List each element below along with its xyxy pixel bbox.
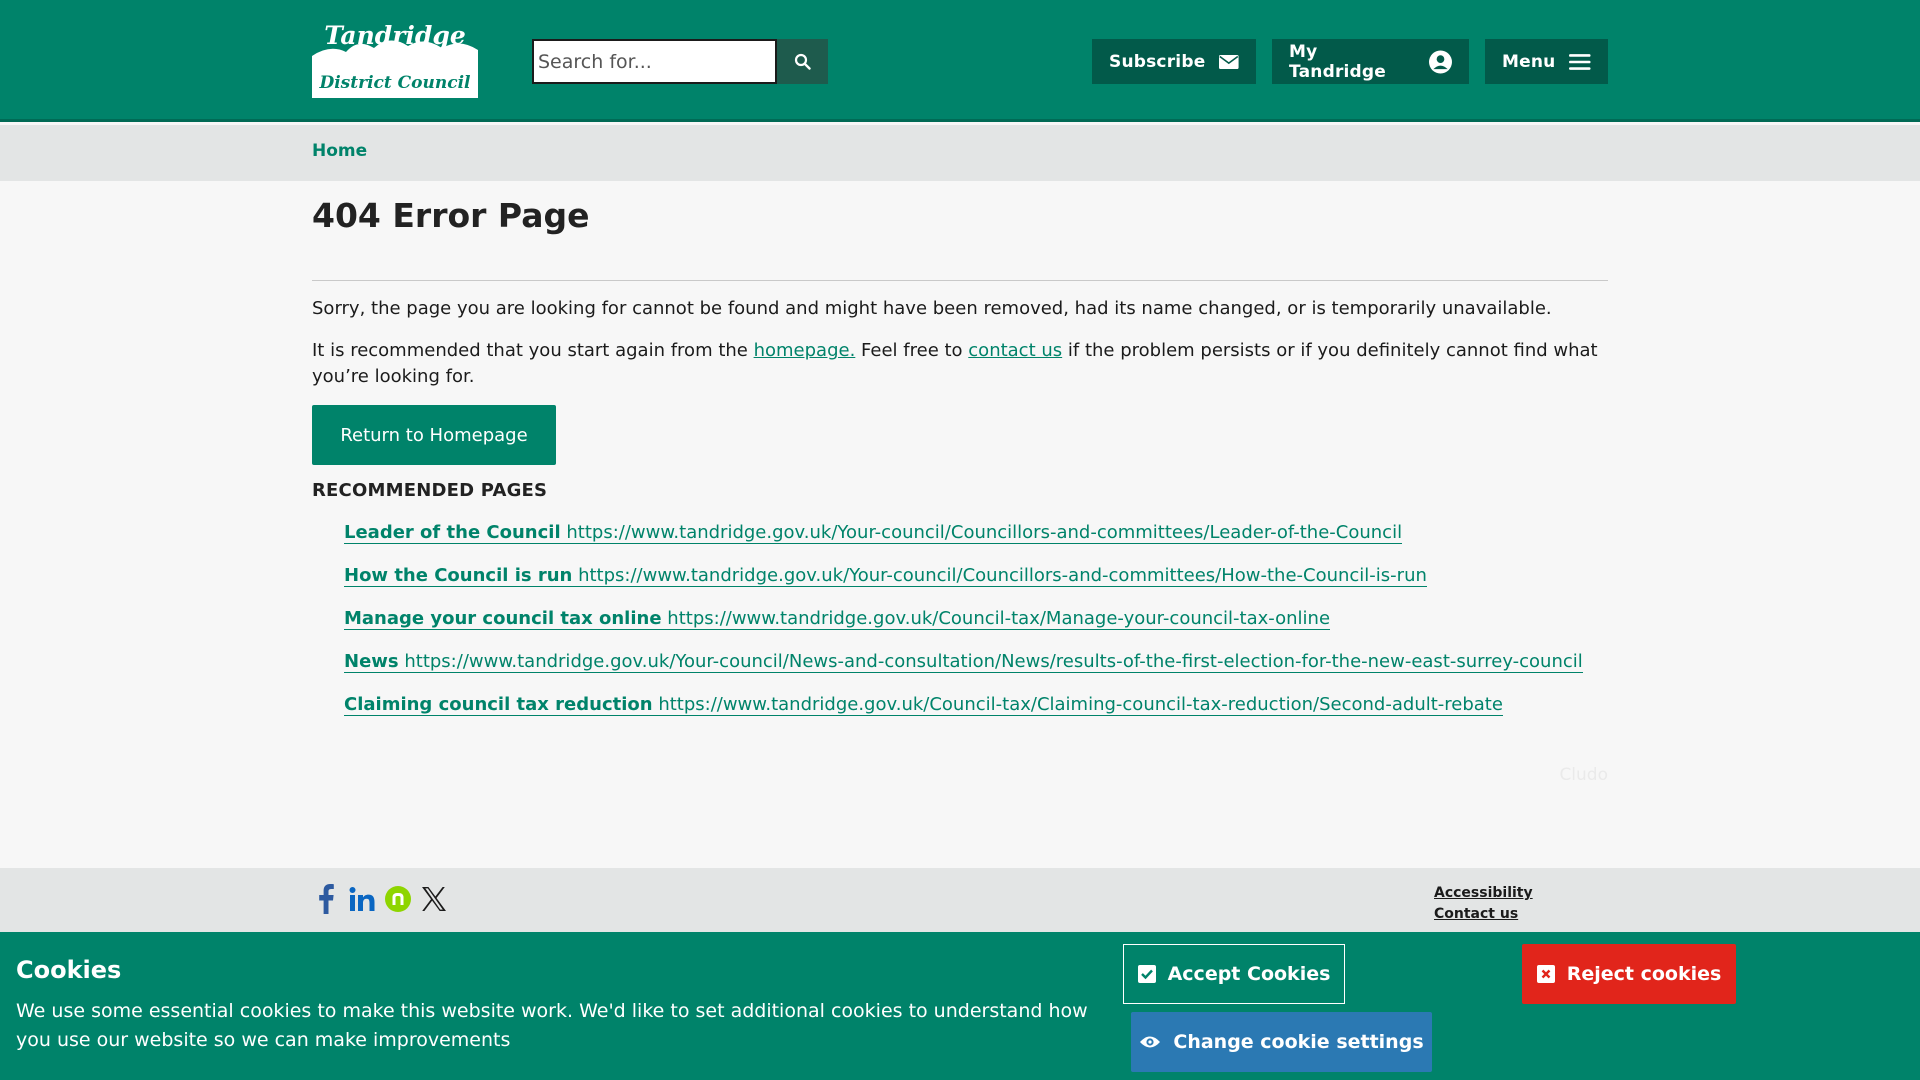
breadcrumb: Home bbox=[0, 125, 1920, 181]
breadcrumb-home-link[interactable]: Home bbox=[312, 141, 367, 161]
logo-line1: Tandridge bbox=[324, 22, 466, 50]
accessibility-link[interactable]: Accessibility bbox=[1434, 885, 1533, 901]
cookie-text: We use some essential cookies to make th… bbox=[16, 1000, 1088, 1051]
recommendation-text-a: It is recommended that you start again f… bbox=[312, 340, 754, 361]
change-cookie-settings-button[interactable]: Change cookie settings bbox=[1131, 1012, 1432, 1072]
menu-button[interactable]: Menu bbox=[1485, 39, 1608, 84]
page-title: 404 Error Page bbox=[312, 196, 590, 235]
recommendation-text-b: Feel free to bbox=[855, 340, 969, 361]
close-box-icon bbox=[1536, 965, 1555, 983]
recommended-title: Manage your council tax online bbox=[344, 608, 662, 629]
cookie-title: Cookies bbox=[16, 956, 122, 984]
list-item: Claiming council tax reduction https://w… bbox=[344, 691, 1608, 719]
search-icon bbox=[794, 53, 811, 70]
subscribe-button[interactable]: Subscribe bbox=[1092, 39, 1256, 84]
hamburger-icon bbox=[1569, 53, 1591, 70]
recommended-link[interactable]: Claiming council tax reduction https://w… bbox=[344, 694, 1503, 716]
menu-label: Menu bbox=[1502, 51, 1556, 72]
linkedin-icon[interactable] bbox=[348, 882, 376, 916]
search-input[interactable] bbox=[532, 39, 777, 84]
recommended-heading: RECOMMENDED PAGES bbox=[312, 480, 548, 501]
recommended-url: https://www.tandridge.gov.uk/Your-counci… bbox=[404, 651, 1583, 672]
nextdoor-icon[interactable] bbox=[384, 882, 412, 916]
recommended-link[interactable]: Manage your council tax online https://w… bbox=[344, 608, 1331, 630]
divider bbox=[312, 280, 1608, 281]
contact-us-footer-link[interactable]: Contact us bbox=[1434, 906, 1533, 922]
accept-cookies-label: Accept Cookies bbox=[1167, 963, 1331, 985]
cookie-banner: Cookies We use some essential cookies to… bbox=[0, 932, 1920, 1080]
my-tandridge-button[interactable]: My Tandridge bbox=[1272, 39, 1469, 84]
reject-cookies-label: Reject cookies bbox=[1566, 963, 1722, 985]
recommended-link[interactable]: News https://www.tandridge.gov.uk/Your-c… bbox=[344, 651, 1583, 673]
search-button[interactable] bbox=[777, 39, 828, 84]
recommended-link[interactable]: How the Council is run https://www.tandr… bbox=[344, 565, 1427, 587]
recommended-url: https://www.tandridge.gov.uk/Your-counci… bbox=[578, 565, 1427, 586]
site-header: Tandridge District Council Subscribe My … bbox=[0, 0, 1920, 122]
cludo-watermark: Cludo bbox=[1559, 765, 1608, 785]
subscribe-label: Subscribe bbox=[1109, 51, 1206, 72]
recommended-title: News bbox=[344, 651, 399, 672]
recommended-url: https://www.tandridge.gov.uk/Council-tax… bbox=[667, 608, 1331, 629]
list-item: How the Council is run https://www.tandr… bbox=[344, 562, 1608, 590]
recommended-url: https://www.tandridge.gov.uk/Your-counci… bbox=[566, 522, 1403, 543]
tandridge-logo[interactable]: Tandridge District Council bbox=[312, 22, 478, 98]
envelope-icon bbox=[1219, 54, 1239, 69]
contact-us-link[interactable]: contact us bbox=[968, 340, 1062, 361]
checkbox-checked-icon bbox=[1137, 965, 1156, 983]
recommended-title: How the Council is run bbox=[344, 565, 573, 586]
eye-icon bbox=[1139, 1034, 1161, 1050]
search-form bbox=[532, 39, 828, 84]
homepage-link[interactable]: homepage. bbox=[754, 340, 856, 361]
reject-cookies-button[interactable]: Reject cookies bbox=[1522, 944, 1736, 1004]
recommended-list: Leader of the Council https://www.tandri… bbox=[344, 519, 1608, 734]
return-to-homepage-button[interactable]: Return to Homepage bbox=[312, 405, 556, 465]
list-item: Leader of the Council https://www.tandri… bbox=[344, 519, 1608, 547]
recommended-title: Leader of the Council bbox=[344, 522, 561, 543]
user-icon bbox=[1429, 50, 1452, 73]
recommended-title: Claiming council tax reduction bbox=[344, 694, 653, 715]
accept-cookies-button[interactable]: Accept Cookies bbox=[1123, 944, 1345, 1004]
recommended-link[interactable]: Leader of the Council https://www.tandri… bbox=[344, 522, 1403, 544]
social-links bbox=[312, 882, 448, 916]
change-cookie-settings-label: Change cookie settings bbox=[1173, 1031, 1424, 1053]
my-tandridge-label: My Tandridge bbox=[1289, 41, 1387, 82]
list-item: Manage your council tax online https://w… bbox=[344, 605, 1608, 633]
error-message: Sorry, the page you are looking for cann… bbox=[312, 298, 1552, 319]
facebook-icon[interactable] bbox=[312, 882, 340, 916]
x-icon[interactable] bbox=[420, 882, 448, 916]
list-item: News https://www.tandridge.gov.uk/Your-c… bbox=[344, 648, 1608, 676]
recommendation-text: It is recommended that you start again f… bbox=[312, 338, 1608, 390]
footer-links: Accessibility Contact us bbox=[1434, 885, 1533, 927]
logo-line2: District Council bbox=[318, 73, 471, 93]
recommended-url: https://www.tandridge.gov.uk/Council-tax… bbox=[658, 694, 1503, 715]
